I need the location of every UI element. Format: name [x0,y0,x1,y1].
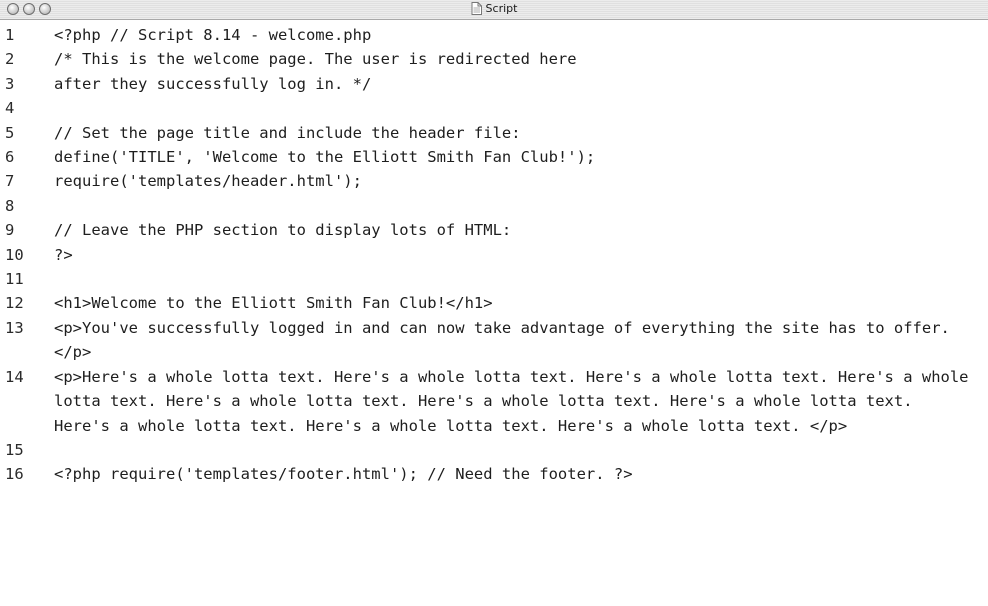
line-number: 15 [5,440,24,459]
code-line: 8 [0,194,988,218]
line-number: 6 [5,148,15,167]
window-controls [7,3,51,15]
code-text: <p>Here's a whole lotta text. Here's a w… [54,367,978,435]
code-line: 3 after they successfully log in. */ [0,72,988,96]
line-number: 10 [5,245,24,264]
title-bar[interactable]: Script [0,0,988,20]
code-line: 13 <p>You've successfully logged in and … [0,316,988,365]
line-number: 4 [5,99,15,118]
code-line: 11 [0,267,988,291]
code-line: 6 define('TITLE', 'Welcome to the Elliot… [0,145,988,169]
code-text: define('TITLE', 'Welcome to the Elliott … [54,148,596,167]
line-number: 12 [5,294,24,313]
document-icon [471,2,482,15]
window-title: Script [485,2,518,15]
code-text: ?> [54,245,73,264]
code-line: 2 /* This is the welcome page. The user … [0,47,988,71]
line-number: 13 [5,318,24,337]
code-line: 14 <p>Here's a whole lotta text. Here's … [0,365,988,438]
script-window: Script 1 <?php // Script 8.14 - welcome.… [0,0,988,606]
code-text: after they successfully log in. */ [54,74,372,93]
code-text: <h1>Welcome to the Elliott Smith Fan Clu… [54,294,493,313]
code-line: 16 <?php require('templates/footer.html'… [0,462,988,486]
code-line: 10 ?> [0,243,988,267]
line-number: 8 [5,196,15,215]
minimize-button[interactable] [23,3,35,15]
code-line: 15 [0,438,988,462]
code-line: 5 // Set the page title and include the … [0,121,988,145]
code-text: require('templates/header.html'); [54,172,362,191]
code-line: 4 [0,96,988,120]
close-button[interactable] [7,3,19,15]
code-text: <?php require('templates/footer.html'); … [54,465,633,484]
line-number: 9 [5,221,15,240]
code-editor[interactable]: 1 <?php // Script 8.14 - welcome.php 2 /… [0,20,988,606]
window-title-group: Script [0,2,988,15]
zoom-button[interactable] [39,3,51,15]
code-text: // Leave the PHP section to display lots… [54,221,512,240]
line-number: 5 [5,123,15,142]
line-number: 2 [5,50,15,69]
code-text: <p>You've successfully logged in and can… [54,318,950,362]
line-number: 7 [5,172,15,191]
code-text: // Set the page title and include the he… [54,123,521,142]
line-number: 14 [5,367,24,386]
line-number: 11 [5,270,24,289]
code-line: 7 require('templates/header.html'); [0,169,988,193]
code-line: 9 // Leave the PHP section to display lo… [0,218,988,242]
code-text: <?php // Script 8.14 - welcome.php [54,26,372,44]
line-number: 16 [5,465,24,484]
code-line: 1 <?php // Script 8.14 - welcome.php [0,23,988,47]
code-text: /* This is the welcome page. The user is… [54,50,577,69]
code-line: 12 <h1>Welcome to the Elliott Smith Fan … [0,291,988,315]
line-number: 3 [5,74,15,93]
line-number: 1 [5,26,15,44]
